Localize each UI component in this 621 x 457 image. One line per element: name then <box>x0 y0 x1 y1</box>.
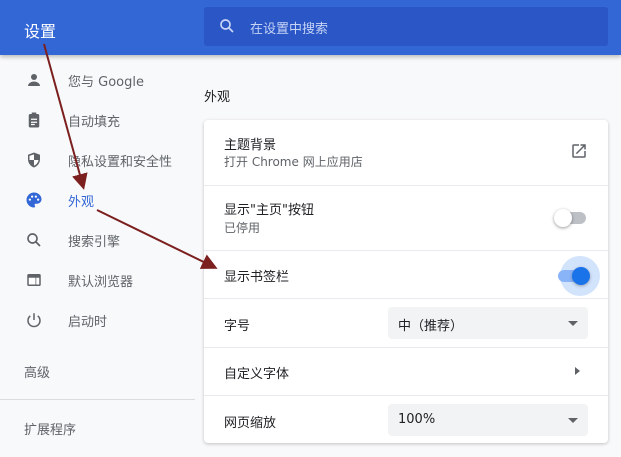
sidebar-item-label: 默认浏览器 <box>68 274 134 290</box>
bookmarks-bar-toggle[interactable] <box>558 267 590 285</box>
page-zoom-row: 网页缩放 100% <box>204 395 608 443</box>
theme-row[interactable]: 主题背景 打开 Chrome 网上应用店 <box>204 120 608 185</box>
sidebar-item-search-engine[interactable]: 搜索引擎 <box>0 220 195 260</box>
sidebar-item-privacy[interactable]: 隐私设置和安全性 <box>0 140 195 180</box>
font-size-row: 字号 中（推荐） <box>204 298 608 347</box>
sidebar-item-label: 外观 <box>68 194 95 210</box>
bookmarks-bar-row: 显示书签栏 <box>204 250 608 298</box>
page-zoom-label: 网页缩放 <box>224 416 277 431</box>
search-input[interactable]: 在设置中搜索 <box>204 7 608 46</box>
open-in-new-icon[interactable] <box>570 142 588 164</box>
font-size-value: 中（推荐） <box>398 319 464 334</box>
sidebar-divider <box>0 399 195 400</box>
page-zoom-value: 100% <box>398 412 436 427</box>
custom-fonts-row[interactable]: 自定义字体 <box>204 347 608 395</box>
font-size-label: 字号 <box>224 319 251 334</box>
sidebar-item-on-startup[interactable]: 启动时 <box>0 300 195 340</box>
home-button-toggle[interactable] <box>554 209 586 227</box>
sidebar: 您与 Google 自动填充 隐私设置和安全性 外观 搜索引擎 默认浏览器 启动… <box>0 60 195 340</box>
shield-icon <box>24 151 44 169</box>
person-icon <box>24 71 44 89</box>
home-button-row: 显示"主页"按钮 已停用 <box>204 185 608 250</box>
home-button-label: 显示"主页"按钮 <box>224 203 314 218</box>
search-icon <box>24 231 44 249</box>
home-button-status: 已停用 <box>224 221 261 235</box>
sidebar-item-label: 启动时 <box>68 314 108 330</box>
search-placeholder: 在设置中搜索 <box>250 22 329 37</box>
sidebar-item-label: 搜索引擎 <box>68 234 121 250</box>
bookmarks-bar-label: 显示书签栏 <box>224 270 290 285</box>
sidebar-item-label: 隐私设置和安全性 <box>68 154 173 170</box>
theme-label: 主题背景 <box>224 138 277 153</box>
chevron-right-icon <box>575 367 580 375</box>
palette-icon <box>24 191 44 209</box>
sidebar-item-default-browser[interactable]: 默认浏览器 <box>0 260 195 300</box>
clipboard-icon <box>24 111 44 129</box>
browser-icon <box>24 271 44 289</box>
header: 设置 在设置中搜索 <box>0 0 621 55</box>
sidebar-advanced[interactable]: 高级 <box>24 362 50 381</box>
sidebar-item-you-and-google[interactable]: 您与 Google <box>0 60 195 100</box>
page-title: 设置 <box>24 22 57 41</box>
section-title: 外观 <box>204 90 231 105</box>
font-size-select[interactable]: 中（推荐） <box>388 307 588 339</box>
theme-sublabel: 打开 Chrome 网上应用店 <box>224 155 363 169</box>
custom-fonts-label: 自定义字体 <box>224 367 290 382</box>
sidebar-item-label: 自动填充 <box>68 114 121 130</box>
page-zoom-select[interactable]: 100% <box>388 404 588 436</box>
power-icon <box>24 311 44 329</box>
sidebar-extensions[interactable]: 扩展程序 <box>24 419 76 438</box>
sidebar-item-appearance[interactable]: 外观 <box>0 180 195 220</box>
search-icon <box>218 17 236 39</box>
chevron-down-icon <box>568 418 578 423</box>
sidebar-item-autofill[interactable]: 自动填充 <box>0 100 195 140</box>
sidebar-item-label: 您与 Google <box>68 74 144 90</box>
chevron-down-icon <box>568 321 578 326</box>
appearance-card: 主题背景 打开 Chrome 网上应用店 显示"主页"按钮 已停用 显示书签栏 … <box>204 120 608 443</box>
